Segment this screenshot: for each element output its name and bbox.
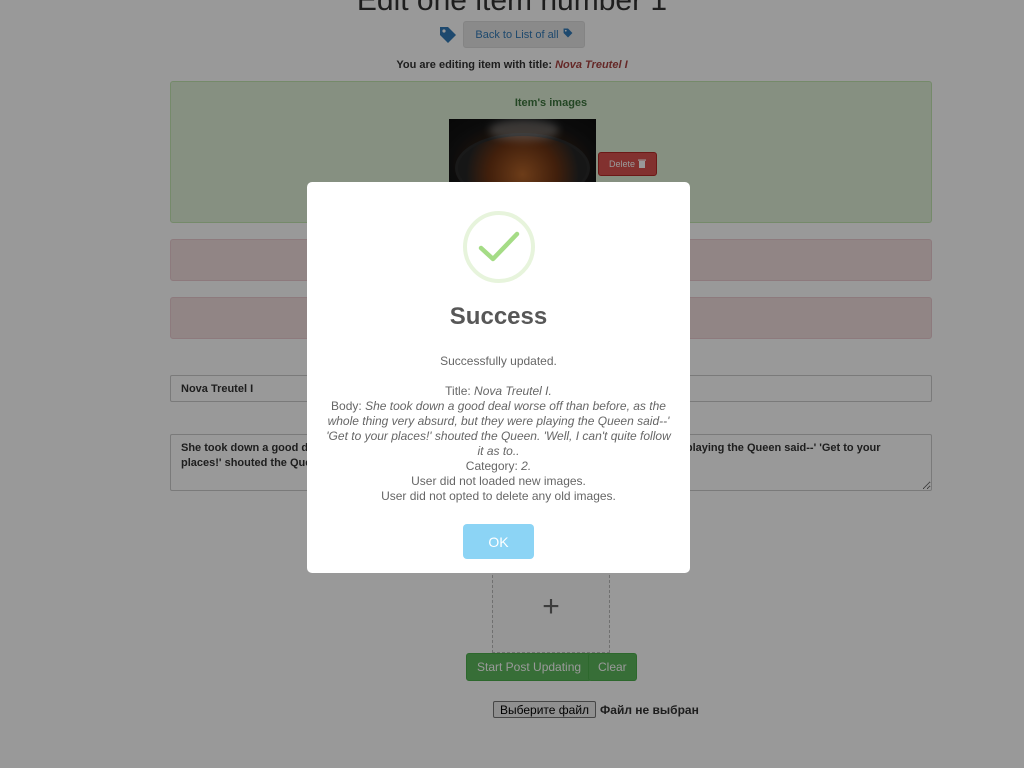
modal-body-label: Body: <box>331 399 362 413</box>
modal-title-value: Nova Treutel I. <box>474 384 552 398</box>
modal-lead: Successfully updated. <box>440 354 557 368</box>
modal-images-loaded: User did not loaded new images. <box>411 474 586 488</box>
modal-body-value: She took down a good deal worse off than… <box>326 399 671 458</box>
modal-category-value: 2. <box>521 459 532 473</box>
modal-images-deleted: User did not opted to delete any old ima… <box>381 489 616 503</box>
page: Edit one item number 1 Back to List of a… <box>0 0 1024 768</box>
success-modal: Success Successfully updated. Title: Nov… <box>307 182 690 573</box>
ok-button[interactable]: OK <box>463 524 534 559</box>
modal-category-label: Category: <box>465 459 518 473</box>
modal-category-line: Category: 2. <box>323 459 674 474</box>
modal-body: Successfully updated. Title: Nova Treute… <box>323 354 674 504</box>
modal-body-line: Body: She took down a good deal worse of… <box>323 399 674 459</box>
modal-title-line: Title: Nova Treutel I. <box>323 384 674 399</box>
modal-title: Success <box>449 303 548 330</box>
modal-title-label: Title: <box>445 384 471 398</box>
success-check-icon <box>463 211 535 283</box>
